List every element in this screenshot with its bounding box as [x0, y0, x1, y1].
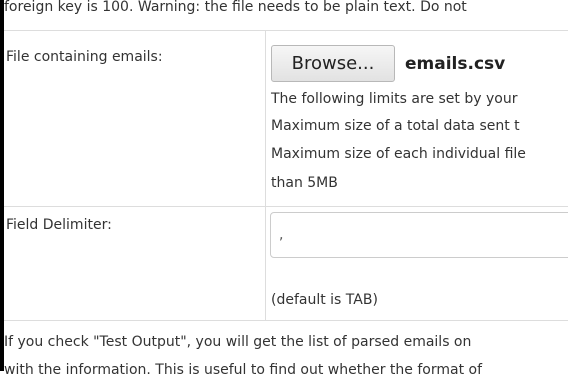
delimiter-default-note: (default is TAB): [271, 292, 378, 308]
selected-file-name: emails.csv: [405, 54, 506, 74]
test-output-help-text: If you check "Test Output", you will get…: [4, 334, 472, 350]
field-delimiter-label: Field Delimiter:: [6, 217, 112, 233]
field-delimiter-input[interactable]: [270, 212, 568, 258]
row-divider: [4, 30, 568, 31]
row-divider: [4, 320, 568, 321]
column-divider: [265, 206, 266, 320]
upload-limits-text: than 5MB: [271, 175, 338, 191]
import-instructions-text: foreign key is 100. Warning: the file ne…: [4, 0, 467, 15]
browse-button[interactable]: Browse...: [271, 45, 395, 82]
column-divider: [265, 30, 266, 206]
upload-limits-text: Maximum size of each individual file: [271, 146, 526, 162]
upload-limits-text: Maximum size of a total data sent t: [271, 118, 520, 134]
file-field-label: File containing emails:: [6, 49, 163, 65]
row-divider: [4, 206, 568, 207]
window-left-border: [0, 0, 4, 371]
upload-limits-text: The following limits are set by your: [271, 91, 518, 107]
